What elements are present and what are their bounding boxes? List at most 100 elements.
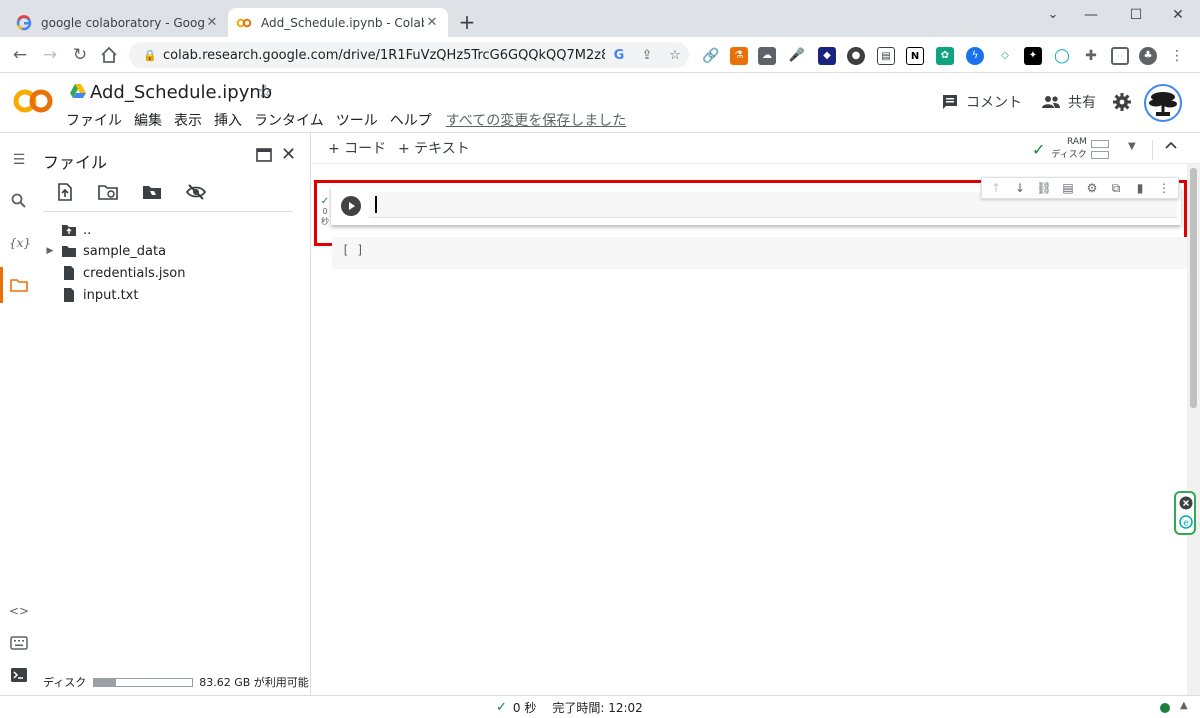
left-sidebar-rail: ☰ {x} <> [0, 133, 38, 695]
close-circle-icon[interactable] [1179, 496, 1193, 510]
maximize-button[interactable]: ☐ [1121, 4, 1151, 26]
side-panel-icon[interactable] [1111, 47, 1129, 65]
move-up-arrow-icon[interactable]: ↑ [986, 181, 1006, 195]
connection-status-dot[interactable] [1160, 703, 1170, 713]
add-code-button[interactable]: + コード [328, 138, 386, 158]
resource-monitor[interactable]: ✓ RAM ディスク [1032, 136, 1109, 162]
code-snippets-icon[interactable]: <> [9, 601, 29, 621]
cloud-extension-icon[interactable]: ☁ [758, 47, 776, 65]
tree-item-parent-dir[interactable]: .. [43, 219, 91, 241]
puzzle-extensions-icon[interactable]: ✚ [1082, 47, 1100, 65]
menu-file[interactable]: ファイル [66, 110, 122, 130]
divider [1152, 140, 1153, 160]
expand-arrow-icon[interactable]: ▶ [43, 246, 57, 256]
comment-button[interactable]: コメント [942, 92, 1022, 112]
resource-dropdown-icon[interactable]: ▼ [1128, 141, 1136, 152]
tab-search-icon[interactable]: ⌄ [1038, 4, 1068, 26]
move-down-arrow-icon[interactable]: ↓ [1010, 181, 1030, 195]
tab-close-icon[interactable]: ✕ [204, 15, 220, 30]
bolt-extension-icon[interactable]: ϟ [966, 47, 984, 65]
forward-arrow-icon[interactable]: → [38, 43, 62, 67]
minimize-button[interactable]: — [1076, 4, 1106, 26]
share-button[interactable]: 共有 [1042, 92, 1096, 112]
variables-icon[interactable]: {x} [9, 233, 31, 253]
collapse-header-icon[interactable] [1164, 139, 1178, 153]
google-drive-icon[interactable] [70, 84, 86, 98]
new-tab-button[interactable]: + [456, 11, 478, 33]
menu-runtime[interactable]: ランタイム [254, 110, 324, 130]
terminal-icon[interactable] [9, 665, 29, 685]
star-icon[interactable]: ☆ [257, 81, 273, 102]
execution-status[interactable]: ✓ 0 秒 完了時間: 12:02 [496, 699, 643, 716]
microphone-extension-icon[interactable]: 🎤 [788, 47, 806, 65]
browser-tab-strip: google colaboratory - Google 検 ✕ Add_Sch… [0, 0, 1200, 37]
home-icon[interactable] [97, 43, 121, 67]
upload-file-icon[interactable] [55, 182, 75, 202]
back-arrow-icon[interactable]: ← [8, 43, 32, 67]
user-avatar[interactable] [1144, 84, 1182, 122]
table-of-contents-icon[interactable]: ☰ [9, 150, 29, 170]
colab-header: Add_Schedule.ipynb ☆ ファイル 編集 表示 挿入 ランタイム… [0, 73, 1200, 133]
menu-help[interactable]: ヘルプ [390, 110, 432, 130]
browser-menu-icon[interactable]: ⋮ [1168, 47, 1186, 65]
browser-tab-colab-notebook[interactable]: Add_Schedule.ipynb - Colaborator ✕ [228, 8, 448, 37]
tree-item-sample-data[interactable]: ▶ sample_data [43, 240, 167, 262]
menu-tools[interactable]: ツール [336, 110, 378, 130]
google-lens-icon[interactable]: G [605, 48, 633, 63]
close-panel-icon[interactable]: ✕ [281, 144, 296, 165]
link-to-cell-icon[interactable]: ⛓ [1034, 181, 1054, 195]
browser-tab-google-search[interactable]: google colaboratory - Google 検 ✕ [8, 8, 228, 37]
side-extension-widget[interactable]: e [1174, 491, 1196, 535]
status-check-icon: ✓ [496, 700, 507, 715]
notebook-scrollbar[interactable] [1187, 164, 1200, 695]
search-icon[interactable] [9, 191, 29, 211]
delete-cell-trash-icon[interactable]: ▮ [1130, 181, 1150, 195]
mount-drive-icon[interactable] [141, 182, 163, 202]
url-text: colab.research.google.com/drive/1R1FuVzQ… [163, 47, 605, 63]
cell-settings-gear-icon[interactable]: ⚙ [1082, 181, 1102, 195]
tree-item-credentials[interactable]: credentials.json [43, 262, 185, 284]
bookmark-star-icon[interactable]: ☆ [661, 48, 689, 63]
menu-view[interactable]: 表示 [174, 110, 202, 130]
shield-extension-icon[interactable]: ◆ [818, 47, 836, 65]
menu-insert[interactable]: 挿入 [214, 110, 242, 130]
chat-bubble-extension-icon[interactable]: ◯ [1053, 47, 1071, 65]
mirror-cell-icon[interactable]: ⧉ [1106, 181, 1126, 196]
exec-time-unit: 秒 [321, 217, 329, 226]
window-close-button[interactable]: ✕ [1163, 4, 1193, 26]
settings-gear-icon[interactable] [1112, 92, 1132, 112]
profile-avatar-icon[interactable]: ♣ [1139, 47, 1157, 65]
more-options-icon[interactable]: ⋮ [1154, 181, 1174, 195]
lab-flask-extension-icon[interactable]: ⚗ [730, 47, 748, 65]
document-extension-icon[interactable]: ▤ [877, 47, 895, 65]
share-page-icon[interactable]: ⇪ [633, 48, 661, 63]
hide-files-eye-icon[interactable] [185, 182, 207, 202]
folder-icon[interactable] [9, 275, 29, 295]
add-text-button[interactable]: + テキスト [398, 138, 470, 158]
status-expand-icon[interactable]: ▲ [1180, 700, 1188, 711]
profile-extension-icon[interactable]: ● [847, 47, 865, 65]
colab-logo[interactable] [13, 87, 53, 115]
reload-icon[interactable]: ↻ [68, 43, 92, 67]
tree-item-label: sample_data [83, 243, 167, 259]
link-extension-icon[interactable]: 🔗 [702, 47, 720, 65]
diamond-extension-icon[interactable]: ◇ [996, 47, 1014, 65]
notion-extension-icon[interactable]: N [906, 47, 924, 65]
tab-close-icon[interactable]: ✕ [424, 15, 440, 30]
active-rail-indicator [0, 267, 3, 303]
address-bar[interactable]: 🔒 colab.research.google.com/drive/1R1FuV… [129, 42, 689, 68]
completed-time: 完了時間: 12:02 [552, 701, 643, 715]
save-status-link[interactable]: すべての変更を保存しました [446, 110, 626, 130]
add-comment-icon[interactable]: ▤ [1058, 181, 1078, 195]
scrollbar-thumb[interactable] [1190, 168, 1197, 408]
tree-item-input-txt[interactable]: input.txt [43, 284, 138, 306]
command-palette-icon[interactable] [9, 633, 29, 653]
notebook-title[interactable]: Add_Schedule.ipynb [90, 82, 272, 103]
extension-e-icon[interactable]: e [1179, 515, 1193, 529]
refresh-folder-icon[interactable] [97, 182, 119, 202]
run-cell-play-icon[interactable] [341, 196, 361, 216]
menu-edit[interactable]: 編集 [134, 110, 162, 130]
gear-box-extension-icon[interactable]: ✦ [1024, 47, 1042, 65]
chatgpt-extension-icon[interactable]: ✿ [936, 47, 954, 65]
open-in-tab-icon[interactable] [256, 148, 272, 162]
